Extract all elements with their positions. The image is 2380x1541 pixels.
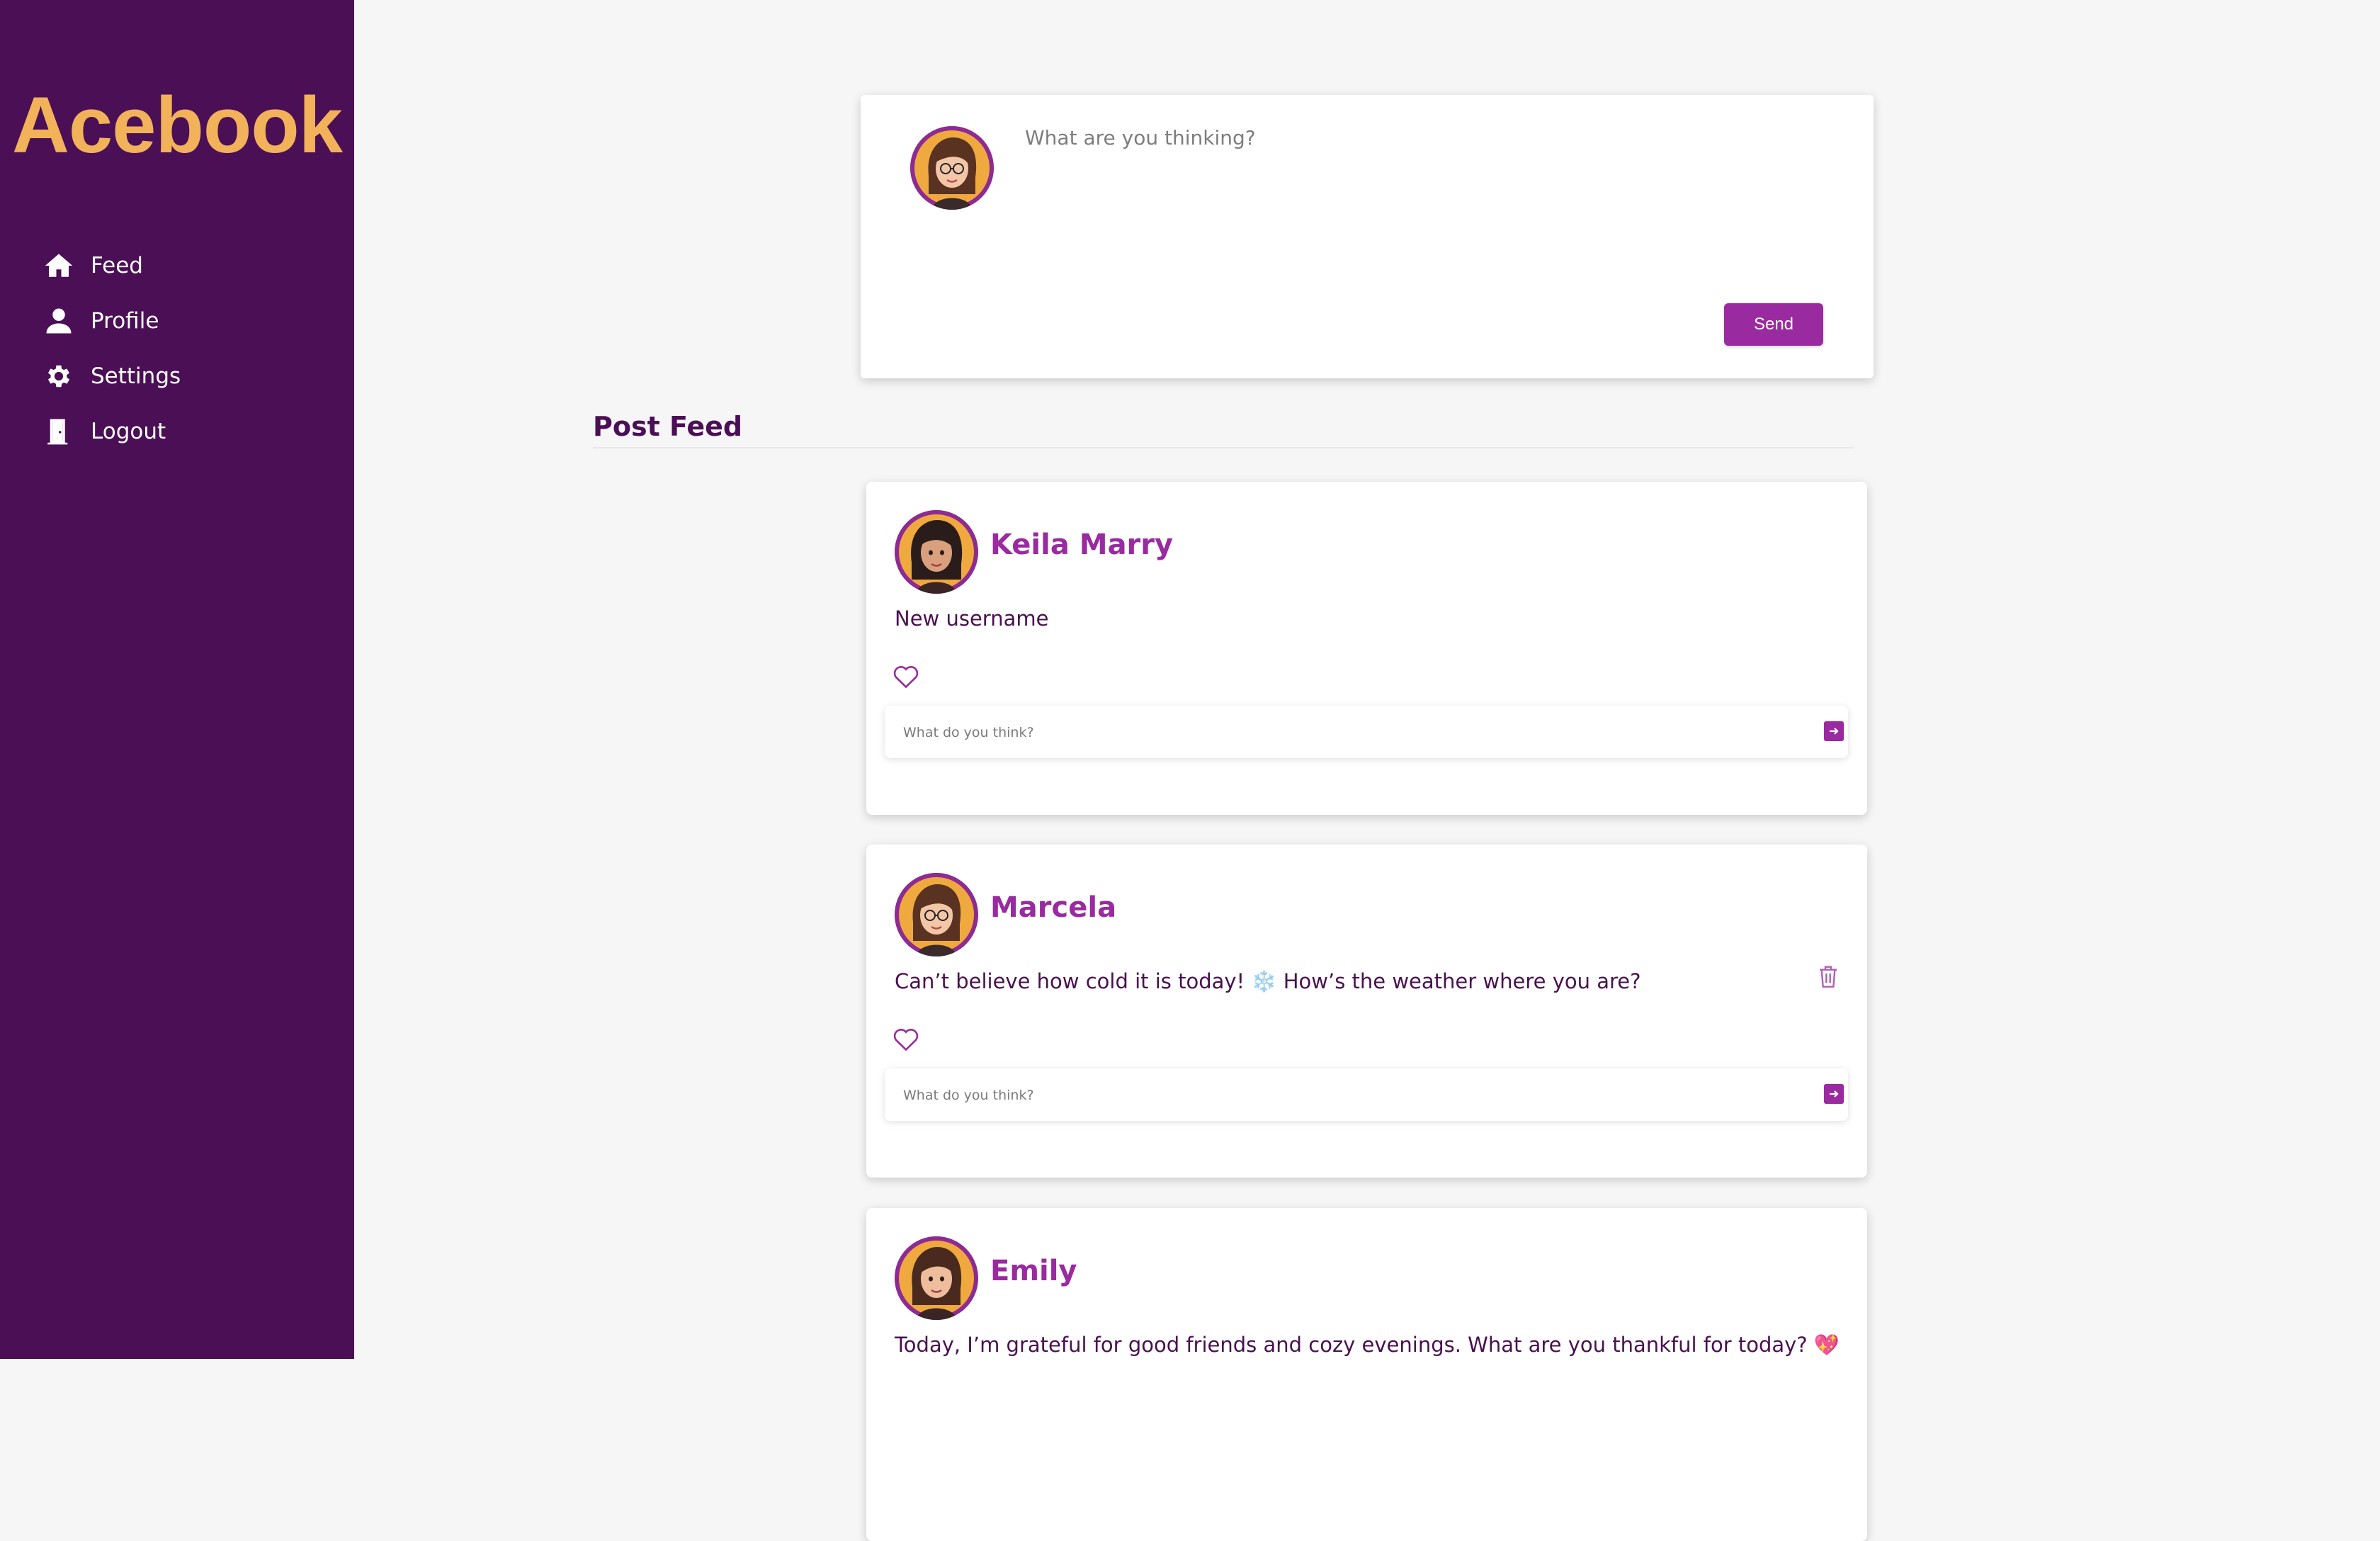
post-content: New username bbox=[895, 606, 1049, 631]
avatar bbox=[895, 510, 978, 594]
comment-box bbox=[885, 706, 1848, 760]
compose-input[interactable] bbox=[1024, 125, 1820, 290]
sidebar-item-settings[interactable]: Settings bbox=[44, 349, 181, 404]
brand-logo[interactable]: Acebook bbox=[0, 79, 354, 171]
trash-icon[interactable] bbox=[1817, 964, 1840, 989]
sidebar-item-label: Settings bbox=[91, 363, 181, 389]
send-button[interactable]: Send bbox=[1724, 303, 1823, 346]
feed-title: Post Feed bbox=[593, 411, 743, 442]
comment-box bbox=[885, 1068, 1848, 1122]
sidebar-item-logout[interactable]: Logout bbox=[44, 404, 181, 459]
home-icon bbox=[45, 254, 73, 277]
gear-icon bbox=[47, 365, 70, 388]
heart-icon[interactable] bbox=[892, 663, 920, 689]
post-content: Can’t believe how cold it is today! ❄️ H… bbox=[895, 969, 1641, 993]
sidebar-item-label: Logout bbox=[91, 419, 166, 444]
sidebar-nav: Feed Profile Settings Logout bbox=[44, 238, 181, 459]
sidebar-item-label: Feed bbox=[91, 253, 143, 278]
post-content: Today, I’m grateful for good friends and… bbox=[895, 1333, 1840, 1357]
arrow-right-icon[interactable] bbox=[1824, 721, 1844, 741]
avatar bbox=[910, 126, 994, 210]
post-author[interactable]: Marcela bbox=[990, 891, 1116, 924]
post-author[interactable]: Keila Marry bbox=[990, 529, 1173, 561]
compose-card: Send bbox=[861, 95, 1874, 378]
divider bbox=[593, 447, 1854, 448]
post-author[interactable]: Emily bbox=[990, 1255, 1077, 1287]
comment-input[interactable] bbox=[902, 706, 1769, 760]
post-card: Emily Today, I’m grateful for good frien… bbox=[866, 1208, 1867, 1541]
heart-icon[interactable] bbox=[892, 1026, 920, 1051]
sidebar-item-label: Profile bbox=[91, 308, 159, 334]
comment-input[interactable] bbox=[902, 1068, 1769, 1122]
sidebar-item-feed[interactable]: Feed bbox=[44, 238, 181, 293]
avatar bbox=[895, 873, 978, 956]
avatar bbox=[895, 1236, 978, 1320]
sidebar-item-profile[interactable]: Profile bbox=[44, 293, 181, 349]
post-card: Keila Marry New username bbox=[866, 482, 1867, 815]
door-icon bbox=[47, 419, 68, 445]
sidebar: Acebook Feed Profile Settings Logout bbox=[0, 0, 354, 1359]
arrow-right-icon[interactable] bbox=[1824, 1084, 1844, 1104]
user-icon bbox=[46, 308, 72, 334]
post-card: Marcela Can’t believe how cold it is tod… bbox=[866, 845, 1867, 1178]
